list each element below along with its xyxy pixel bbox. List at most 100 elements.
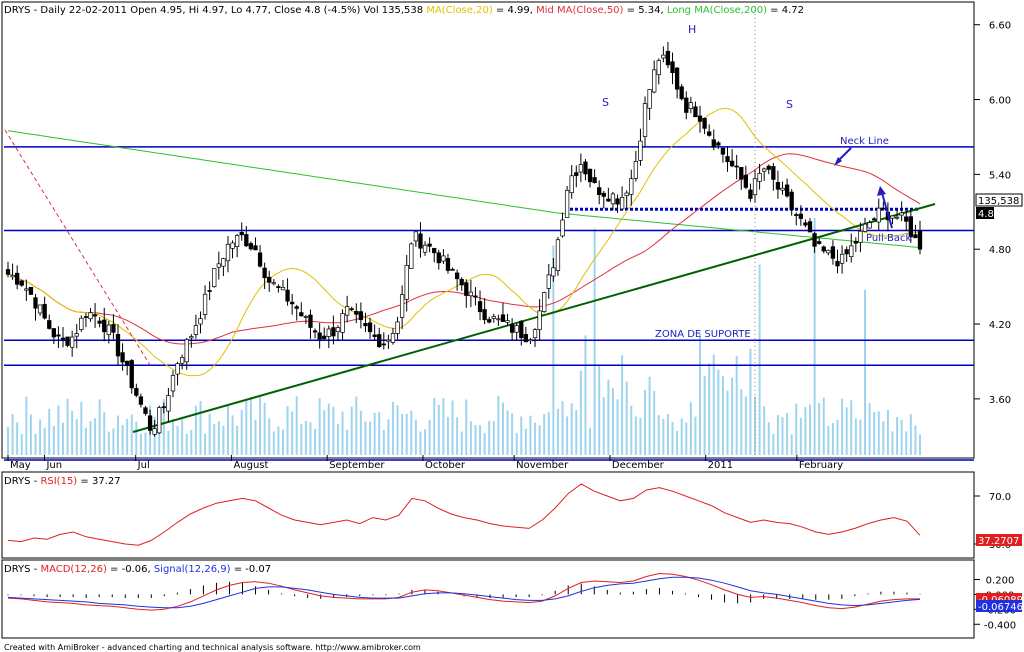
- volume-bar: [634, 416, 637, 455]
- candle-body: [358, 311, 364, 321]
- volume-bar: [89, 421, 92, 455]
- volume-bar: [34, 433, 37, 455]
- candle-body: [542, 292, 547, 312]
- volume-bar: [919, 434, 921, 455]
- volume-bar: [419, 431, 422, 455]
- date-label: October: [425, 460, 466, 471]
- candle-body: [102, 319, 107, 333]
- volume-bar: [868, 403, 871, 455]
- candle-body: [216, 263, 221, 268]
- volume-bar: [511, 413, 514, 455]
- candle-body: [459, 278, 464, 286]
- candle-body: [853, 241, 858, 244]
- volume-bar: [877, 411, 880, 455]
- volume-bar: [854, 418, 857, 455]
- candle-body: [798, 213, 803, 219]
- candle-body: [404, 265, 409, 300]
- candle-body: [729, 160, 735, 167]
- volume-bar: [277, 426, 280, 455]
- candle-body: [794, 214, 799, 216]
- candle-body: [193, 325, 199, 335]
- volume-bar: [648, 376, 651, 455]
- volume-badge-text: 135,538: [978, 196, 1019, 207]
- volume-bar: [776, 415, 779, 455]
- candle-body: [70, 336, 75, 348]
- candle-body: [239, 232, 244, 236]
- candle-body: [399, 294, 405, 318]
- candle-body: [377, 334, 382, 348]
- volume-bar: [589, 428, 592, 455]
- volume-bar: [231, 415, 234, 455]
- candle-body: [280, 287, 286, 291]
- candle-body: [175, 363, 180, 375]
- volume-bar: [822, 397, 825, 455]
- candle-body: [619, 197, 625, 210]
- volume-bar: [845, 407, 848, 455]
- volume-bar: [103, 412, 106, 455]
- volume-bar: [451, 400, 454, 455]
- candle-body: [344, 306, 350, 316]
- price-tick-label: 5.40: [989, 170, 1011, 181]
- candle-body: [917, 230, 923, 250]
- candle-body: [807, 221, 813, 233]
- candle-body: [752, 178, 758, 196]
- candle-body: [271, 282, 276, 285]
- candle-body: [257, 252, 263, 267]
- candle-body: [88, 312, 93, 320]
- volume-bar: [341, 411, 344, 455]
- volume-bar: [190, 429, 193, 455]
- candle-body: [743, 174, 748, 188]
- ma200-label: Long MA(Close,200): [667, 5, 767, 16]
- volume-bar: [666, 413, 669, 455]
- candle-body: [615, 198, 620, 205]
- volume-bar: [300, 423, 303, 455]
- candle-body: [267, 276, 272, 283]
- volume-bar: [346, 429, 349, 455]
- volume-bar: [130, 414, 133, 455]
- candle-body: [157, 407, 162, 434]
- candle-body: [138, 396, 144, 405]
- volume-bar: [208, 413, 211, 455]
- macd-tick-label: 0.200: [986, 575, 1015, 586]
- volume-bar: [731, 377, 734, 455]
- volume-bar: [57, 405, 60, 455]
- volume-bar: [217, 421, 220, 455]
- volume-bar: [446, 417, 449, 455]
- candle-body: [10, 275, 15, 278]
- volume-bar: [744, 396, 747, 455]
- volume-bar: [547, 412, 550, 455]
- volume-bar: [249, 397, 252, 455]
- candle-body: [601, 192, 606, 197]
- volume-bar: [20, 434, 23, 455]
- volume-bar: [644, 389, 647, 455]
- date-label: May: [10, 460, 31, 471]
- candle-body: [821, 246, 826, 252]
- candle-body: [509, 323, 515, 333]
- candle-body: [170, 375, 176, 392]
- candle-body: [335, 327, 341, 333]
- rsi-symbol: DRYS: [4, 476, 30, 487]
- volume-bar: [350, 406, 353, 455]
- candle-body: [642, 103, 648, 137]
- volume-bar: [712, 354, 715, 455]
- volume-bar: [121, 424, 124, 455]
- candle-body: [674, 67, 680, 90]
- candle-body: [739, 167, 744, 180]
- candle-body: [24, 288, 29, 291]
- volume-bar: [474, 425, 477, 455]
- candle-body: [349, 308, 354, 311]
- candle-body: [454, 272, 460, 280]
- volume-bar: [882, 421, 885, 455]
- rsi-tick-label: 70.0: [989, 492, 1011, 503]
- ma20-label: MA(Close,20): [426, 5, 493, 16]
- volume-bar: [831, 422, 834, 455]
- candle-body: [299, 312, 304, 317]
- volume-bar: [850, 400, 853, 455]
- volume-bar: [469, 421, 472, 455]
- candle-body: [322, 335, 327, 340]
- candle-body: [867, 222, 872, 229]
- candle-body: [555, 239, 561, 271]
- volume-bar: [66, 398, 69, 455]
- candle-body: [92, 314, 98, 317]
- candle-body: [693, 106, 698, 118]
